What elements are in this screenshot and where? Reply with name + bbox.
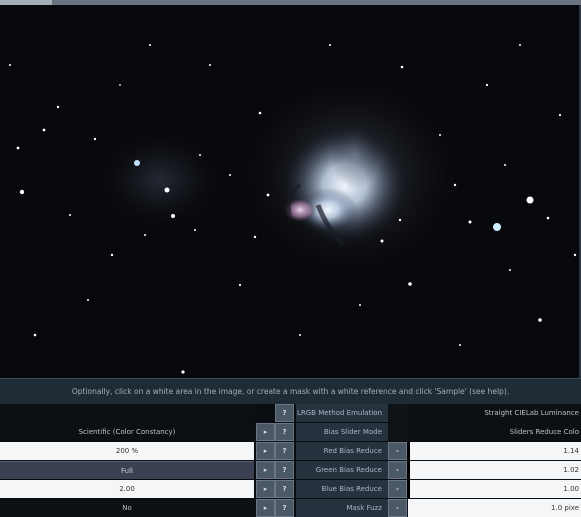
- lrgb-value: [0, 404, 254, 422]
- bias-mode-label: Bias Slider Mode: [296, 423, 388, 441]
- lrgb-option[interactable]: Straight CIELab Luminance: [408, 404, 581, 422]
- image-preview[interactable]: [0, 5, 581, 378]
- bias-mode-value[interactable]: Scientific (Color Constancy): [0, 423, 254, 441]
- decrement-button[interactable]: -: [388, 499, 407, 517]
- red-bias-slider[interactable]: 1.14: [408, 442, 581, 460]
- hint-text: Optionally, click on a white area in the…: [71, 387, 510, 396]
- bias-mode-option[interactable]: Sliders Reduce Colo: [408, 423, 581, 441]
- param-row-blue-bias: 2.00 ▸ ? Blue Bias Reduce - 1.00: [0, 480, 581, 498]
- blue-bias-slider[interactable]: 1.00: [408, 480, 581, 498]
- expand-button[interactable]: ▸: [256, 442, 275, 460]
- lrgb-label: LRGB Method Emulation: [296, 404, 388, 422]
- green-bias-value[interactable]: Full: [0, 461, 254, 479]
- expand-button[interactable]: ▸: [256, 461, 275, 479]
- red-bias-value[interactable]: 200 %: [0, 442, 254, 460]
- expand-button[interactable]: ▸: [256, 423, 275, 441]
- help-button[interactable]: ?: [275, 480, 294, 498]
- param-row-red-bias: 200 % ▸ ? Red Bias Reduce - 1.14: [0, 442, 581, 460]
- slider-handle[interactable]: [407, 461, 410, 479]
- decrement-button[interactable]: -: [388, 461, 407, 479]
- row-gap: [388, 423, 408, 441]
- param-row-bias-mode: Scientific (Color Constancy) ▸ ? Bias Sl…: [0, 423, 581, 441]
- help-button[interactable]: ?: [275, 461, 294, 479]
- expand-button[interactable]: ▸: [256, 480, 275, 498]
- decrement-button[interactable]: -: [388, 480, 407, 498]
- green-bias-slider[interactable]: 1.02: [408, 461, 581, 479]
- expand-button[interactable]: ▸: [256, 499, 275, 517]
- row-gap: [388, 404, 408, 422]
- green-bias-label: Green Bias Reduce: [296, 461, 388, 479]
- mask-fuzz-label: Mask Fuzz: [296, 499, 388, 517]
- blue-bias-value[interactable]: 2.00: [0, 480, 254, 498]
- help-button[interactable]: ?: [275, 499, 294, 517]
- decrement-button[interactable]: -: [388, 442, 407, 460]
- blue-bias-label: Blue Bias Reduce: [296, 480, 388, 498]
- mask-fuzz-value[interactable]: No: [0, 499, 254, 517]
- param-row-green-bias: Full ▸ ? Green Bias Reduce - 1.02: [0, 461, 581, 479]
- slider-handle[interactable]: [407, 442, 410, 460]
- param-row-lrgb: ? LRGB Method Emulation Straight CIELab …: [0, 404, 581, 422]
- help-button[interactable]: ?: [275, 423, 294, 441]
- help-button[interactable]: ?: [275, 442, 294, 460]
- param-row-mask-fuzz: No ▸ ? Mask Fuzz - 1.0 pixe: [0, 499, 581, 517]
- help-button[interactable]: ?: [275, 404, 294, 422]
- slider-handle[interactable]: [407, 480, 410, 498]
- parameters-panel: ? LRGB Method Emulation Straight CIELab …: [0, 404, 581, 517]
- orion-nebula-image: [0, 5, 581, 378]
- mask-fuzz-slider[interactable]: 1.0 pixe: [408, 499, 581, 517]
- red-bias-label: Red Bias Reduce: [296, 442, 388, 460]
- hint-bar: Optionally, click on a white area in the…: [0, 378, 581, 404]
